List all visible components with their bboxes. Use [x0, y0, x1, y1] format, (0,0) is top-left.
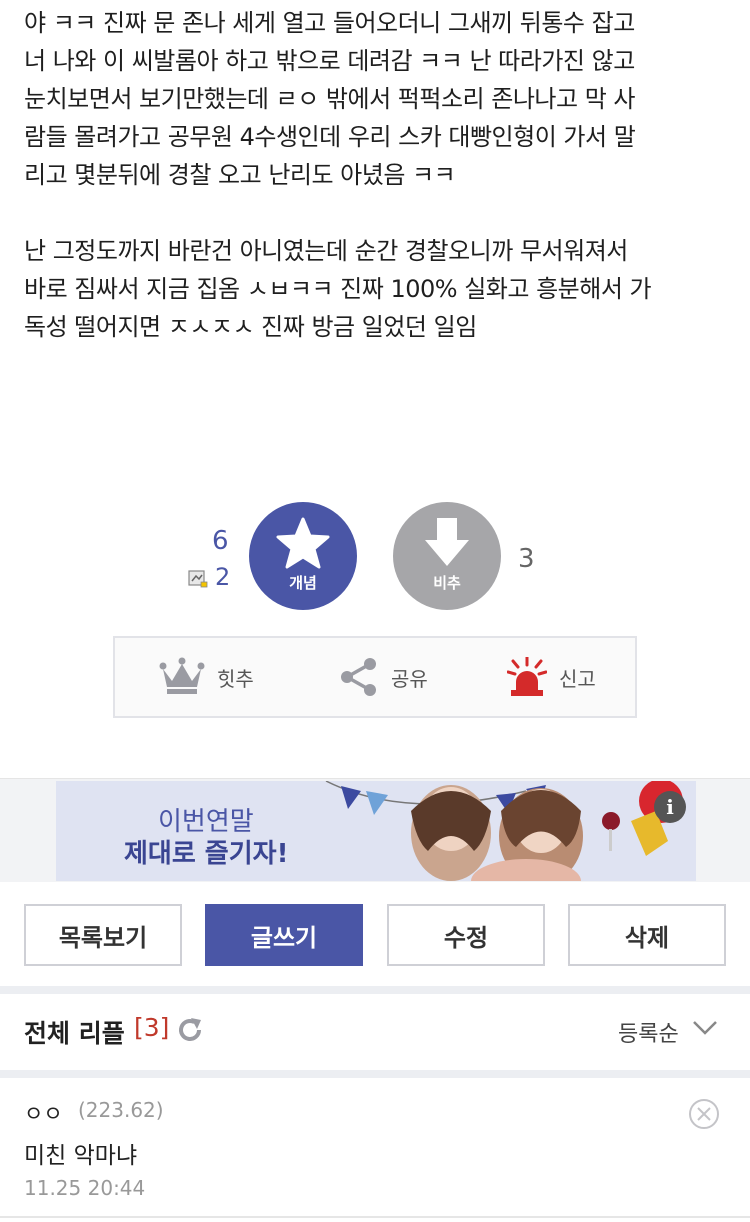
- section-divider: [0, 986, 750, 994]
- report-button[interactable]: 신고: [507, 638, 596, 716]
- sort-dropdown[interactable]: 등록순: [618, 1016, 679, 1048]
- upvote-count: 6: [212, 526, 229, 556]
- ad-band: 이번연말 제대로 즐기자! i: [0, 778, 750, 882]
- share-label: 공유: [391, 666, 428, 691]
- downvote-count: 3: [518, 544, 535, 574]
- post-actions-box: 힛추 공유 신고: [113, 636, 637, 718]
- comment-author: ㅇㅇ: [24, 1102, 63, 1126]
- hit-recommend-label: 힛추: [217, 666, 254, 691]
- close-icon[interactable]: [688, 1098, 720, 1130]
- comments-header: 전체 리플 [3] 등록순: [0, 994, 750, 1070]
- comment-time: 11.25 20:44: [24, 1176, 146, 1200]
- ad-banner[interactable]: 이번연말 제대로 즐기자! i: [56, 781, 696, 881]
- post-line: 난 그정도까지 바란건 아니였는데 순간 경찰오니까 무서워져서: [24, 237, 628, 265]
- post-line: 람들 몰려가고 공무원 4수생인데 우리 스카 대빵인형이 가서 말: [24, 123, 636, 151]
- upvote-label: 개념: [289, 574, 317, 592]
- section-divider: [0, 1070, 750, 1078]
- info-icon[interactable]: i: [654, 791, 686, 823]
- share-button[interactable]: 공유: [339, 638, 428, 716]
- upvote-button[interactable]: 개념: [249, 502, 357, 610]
- siren-icon: [507, 657, 547, 696]
- fixed-user-icon: [188, 570, 208, 588]
- comment-ip: (223.62): [78, 1098, 164, 1122]
- comment-item: ㅇㅇ (223.62) 미친 악마냐 11.25 20:44: [0, 1078, 750, 1218]
- post-body: 야 ㅋㅋ 진짜 문 존나 세게 열고 들어오더니 그새끼 뒤통수 잡고 너 나와…: [24, 4, 724, 346]
- delete-button[interactable]: 삭제: [568, 904, 726, 966]
- post-line: 리고 몇분뒤에 경찰 오고 난리도 아녔음 ㅋㅋ: [24, 161, 456, 189]
- comments-count: [3]: [134, 1013, 170, 1042]
- arrow-down-icon: [425, 518, 469, 566]
- list-button[interactable]: 목록보기: [24, 904, 182, 966]
- crown-icon: [159, 657, 205, 694]
- board-button-row: 목록보기 글쓰기 수정 삭제: [0, 904, 750, 966]
- comments-title: 전체 리플: [24, 1019, 125, 1048]
- post-line: 눈치보면서 보기만했는데 ㄹㅇ 밖에서 퍽퍽소리 존나나고 막 사: [24, 85, 635, 113]
- downvote-button[interactable]: 비추: [393, 502, 501, 610]
- report-label: 신고: [559, 666, 596, 691]
- write-button[interactable]: 글쓰기: [205, 904, 363, 966]
- star-icon: [276, 517, 330, 569]
- post-line: 너 나와 이 씨발롬아 하고 밖으로 데려감 ㅋㅋ 난 따라가진 않고: [24, 47, 635, 75]
- downvote-label: 비추: [433, 574, 461, 592]
- ad-headline-2: 제대로 즐기자!: [124, 839, 289, 869]
- post-line: 독성 떨어지면 ㅈㅅㅈㅅ 진짜 방금 일었던 일임: [24, 313, 477, 341]
- vote-area: 6 2 개념 비추 3: [0, 500, 750, 610]
- chevron-down-icon[interactable]: [692, 1020, 718, 1036]
- hit-recommend-button[interactable]: 힛추: [159, 638, 254, 716]
- edit-button[interactable]: 수정: [387, 904, 545, 966]
- share-icon: [341, 658, 376, 696]
- post-line: 바로 짐싸서 지금 집옴 ㅅㅂㅋㅋ 진짜 100% 실화고 흥분해서 가: [24, 275, 652, 303]
- comment-text: 미친 악마냐: [24, 1143, 138, 1169]
- refresh-icon[interactable]: [176, 1016, 204, 1044]
- fixed-upvote-count: 2: [215, 563, 231, 591]
- post-line: 야 ㅋㅋ 진짜 문 존나 세게 열고 들어오더니 그새끼 뒤통수 잡고: [24, 9, 635, 37]
